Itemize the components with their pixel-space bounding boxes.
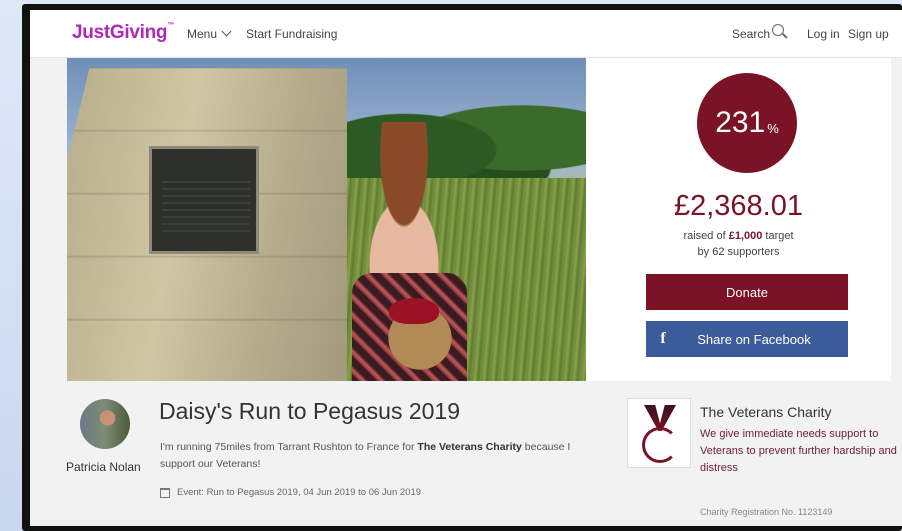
share-facebook-button[interactable]: f Share on Facebook bbox=[646, 321, 848, 357]
calendar-icon bbox=[160, 487, 170, 498]
photo-beret bbox=[389, 298, 439, 324]
share-facebook-label: Share on Facebook bbox=[697, 331, 811, 347]
facebook-icon: f bbox=[660, 330, 666, 347]
hero-photo bbox=[67, 58, 586, 381]
charity-logo[interactable] bbox=[627, 398, 691, 468]
charity-registration: Charity Registration No. 1123149 bbox=[700, 507, 833, 517]
raised-amount: £2,368.01 bbox=[673, 190, 803, 222]
photo-plaque bbox=[149, 146, 259, 254]
fundraising-page: JustGiving™ Menu Start Fundraising Searc… bbox=[30, 10, 902, 526]
supporters-line: by 62 supporters bbox=[586, 246, 891, 258]
justgiving-logo[interactable]: JustGiving™ bbox=[72, 22, 174, 44]
charity-name[interactable]: The Veterans Charity bbox=[700, 404, 832, 420]
signup-link[interactable]: Sign up bbox=[848, 27, 889, 41]
site-header: JustGiving™ Menu Start Fundraising Searc… bbox=[30, 10, 902, 58]
progress-panel: 231% £2,368.01 raised of £1,000 target b… bbox=[586, 58, 891, 381]
supporters-prefix: by bbox=[697, 246, 713, 258]
event-info: Event: Run to Pegasus 2019, 04 Jun 2019 … bbox=[160, 487, 421, 498]
percent-raised-circle: 231% bbox=[697, 73, 797, 173]
search-icon[interactable] bbox=[772, 24, 788, 42]
story-text-before: I'm running 75miles from Tarrant Rushton… bbox=[160, 441, 418, 453]
avatar[interactable] bbox=[80, 399, 130, 449]
target-amount: £1,000 bbox=[728, 230, 763, 242]
page-title: Daisy's Run to Pegasus 2019 bbox=[159, 398, 461, 424]
logo-trademark: ™ bbox=[167, 22, 174, 29]
owner-name[interactable]: Patricia Nolan bbox=[66, 460, 141, 474]
charity-description: We give immediate needs support to Veter… bbox=[700, 428, 897, 474]
target-line: raised of £1,000 target bbox=[586, 230, 891, 242]
supporters-suffix: supporters bbox=[724, 246, 780, 258]
raised-prefix: raised of bbox=[683, 230, 729, 242]
story-summary: I'm running 75miles from Tarrant Rushton… bbox=[160, 439, 590, 473]
search-link[interactable]: Search bbox=[732, 27, 770, 41]
start-fundraising-link[interactable]: Start Fundraising bbox=[246, 27, 337, 41]
percent-sign: % bbox=[767, 120, 779, 136]
menu-label: Menu bbox=[187, 27, 218, 41]
story-charity-link[interactable]: The Veterans Charity bbox=[417, 441, 521, 453]
menu-dropdown[interactable]: Menu bbox=[187, 26, 232, 41]
event-text[interactable]: Event: Run to Pegasus 2019, 04 Jun 2019 … bbox=[177, 487, 421, 498]
logo-text: JustGiving bbox=[72, 22, 168, 43]
supporters-count: 62 bbox=[712, 246, 725, 258]
percent-value: 231 bbox=[715, 106, 766, 139]
chevron-down-icon bbox=[221, 26, 232, 37]
target-suffix: target bbox=[762, 230, 794, 242]
donate-button[interactable]: Donate bbox=[646, 274, 848, 310]
login-link[interactable]: Log in bbox=[807, 27, 840, 41]
